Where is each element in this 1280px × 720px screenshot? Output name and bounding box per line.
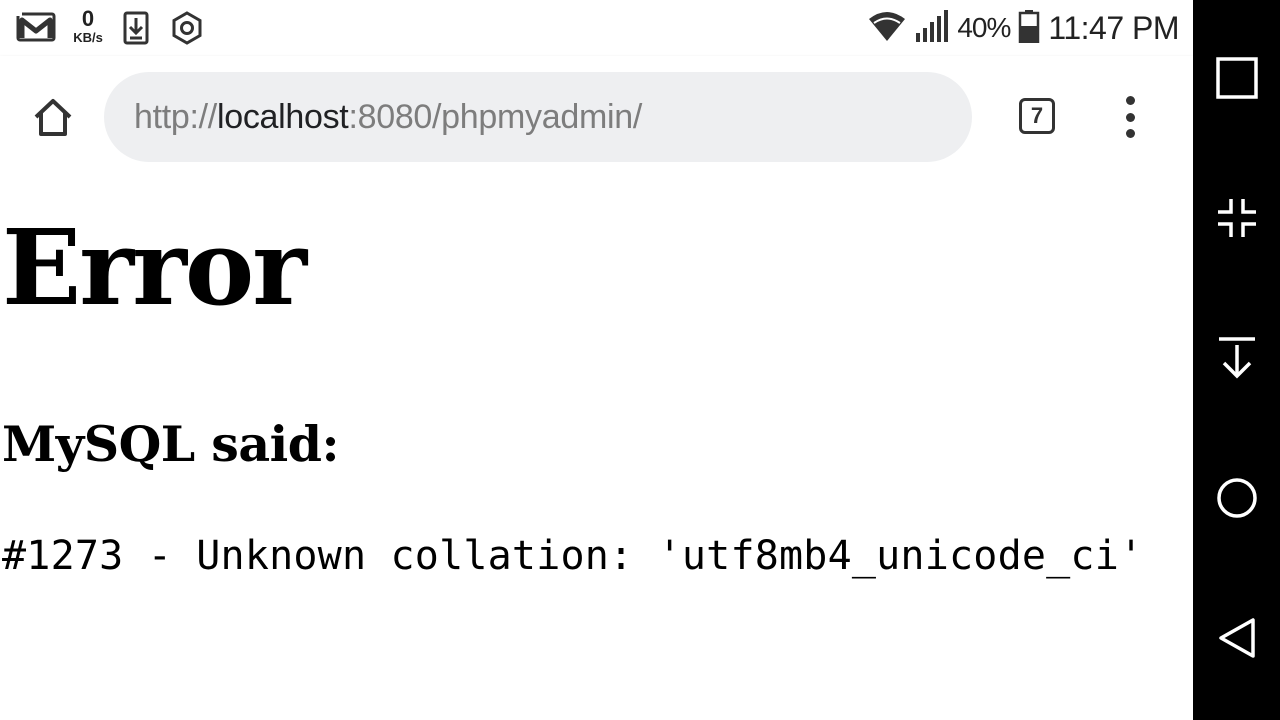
battery-icon [1018,9,1040,48]
browser-toolbar: http://localhost:8080/phpmyadmin/ 7 [0,56,1193,180]
clock: 11:47 PM [1048,9,1179,46]
back-triangle-icon [1215,616,1259,665]
tab-switcher-button[interactable]: 7 [1019,98,1055,134]
net-speed-value: 0 [81,6,95,31]
page-title: Error [2,206,307,329]
signal-icon [915,9,949,48]
status-bar: 0 KB/s 40% 11:47 PM [0,0,1193,56]
recents-button[interactable] [1193,40,1280,120]
hide-bar-button[interactable] [1193,320,1280,400]
page-content: Error MySQL said: #1273 - Unknown collat… [0,180,1193,720]
hide-bar-icon [1215,336,1259,385]
gmail-icon [16,10,56,49]
minimize-icon [1215,196,1259,245]
back-button[interactable] [1193,600,1280,680]
home-button[interactable] [28,94,78,144]
mysql-said-heading: MySQL said: [2,415,340,473]
minimize-button[interactable] [1193,180,1280,260]
error-message: #1273 - Unknown collation: 'utf8mb4_unic… [2,533,1144,579]
home-circle-icon [1215,476,1259,525]
url-bar[interactable]: http://localhost:8080/phpmyadmin/ [104,72,972,162]
phone-screen: 0 KB/s 40% 11:47 PM http:// localhost:8… [0,0,1280,720]
menu-dot [1125,112,1135,122]
home-icon [31,95,75,144]
navigation-bar [1193,0,1280,720]
recents-square-icon [1215,56,1259,105]
tab-count: 7 [1030,103,1044,128]
url-scheme: http:// [134,97,217,136]
menu-dot [1125,96,1135,105]
menu-dot [1125,129,1135,138]
download-icon [122,10,150,51]
net-speed-unit: KB/s [73,30,103,45]
status-right-icons: 40% 11:47 PM [867,6,1179,50]
home-nav-button[interactable] [1193,460,1280,540]
url-path: :8080/phpmyadmin/ [348,97,642,136]
wifi-icon [867,9,907,48]
settings-hex-icon [170,10,204,51]
network-speed: 0 KB/s [66,6,110,45]
overflow-menu-button[interactable] [1115,96,1145,138]
url-host: localhost [216,97,349,136]
battery-percent: 40% [957,12,1011,43]
